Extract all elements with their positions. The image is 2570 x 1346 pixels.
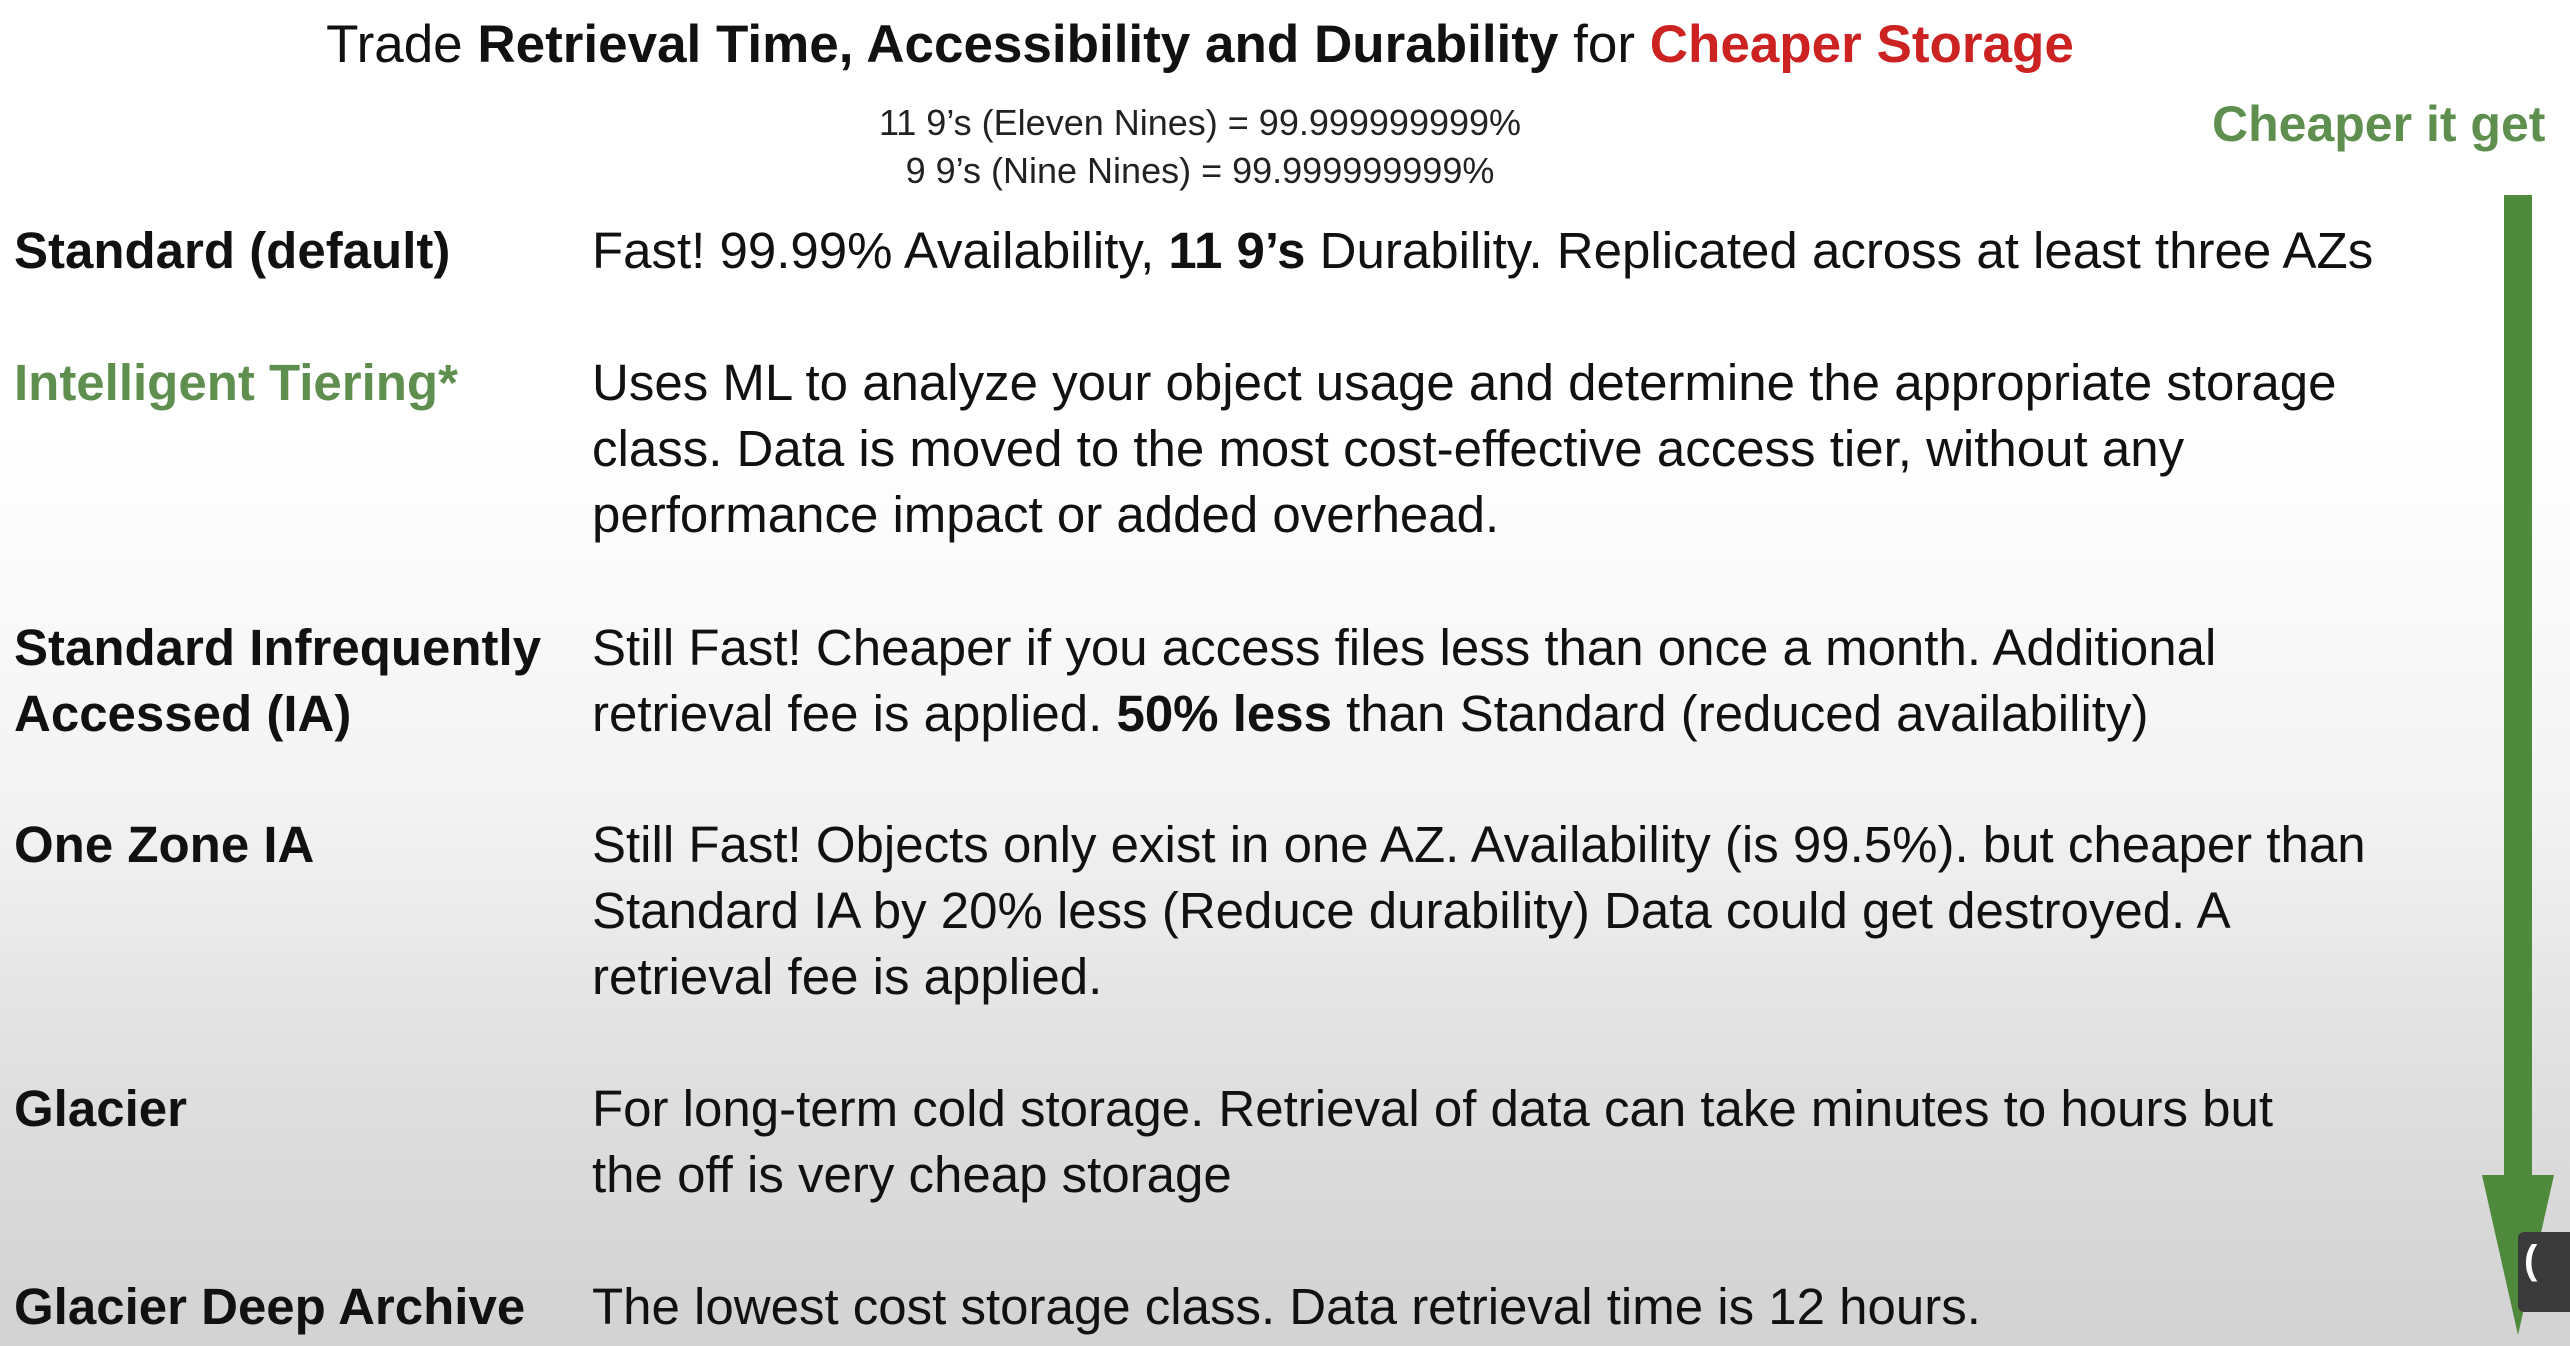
- desc-line: Still Fast! Objects only exist in one AZ…: [592, 816, 2366, 873]
- slide-title: Trade Retrieval Time, Accessibility and …: [0, 14, 2400, 75]
- desc-line: The lowest cost storage class. Data retr…: [592, 1278, 1981, 1335]
- desc-line: Standard IA by 20% less (Reduce durabili…: [592, 882, 2231, 939]
- class-name: Standard Infrequently Accessed (IA): [14, 615, 584, 747]
- eleven-nines-note: 11 9’s (Eleven Nines) = 99.999999999%: [878, 102, 1522, 143]
- title-highlight: Cheaper Storage: [1649, 15, 2074, 74]
- desc-line: performance impact or added overhead.: [592, 486, 1500, 543]
- class-description: Fast! 99.99% Availability, 11 9’s Durabi…: [592, 218, 2512, 284]
- title-bold: Retrieval Time, Accessibility and Durabi…: [477, 15, 1559, 74]
- nine-nines-note: 9 9’s (Nine Nines) = 99.999999999%: [905, 150, 1495, 191]
- desc-text: than Standard (reduced availability): [1331, 685, 2149, 742]
- desc-text: retrieval fee is applied.: [592, 685, 1117, 742]
- title-prefix: Trade: [326, 15, 478, 74]
- class-name-line: Accessed (IA): [14, 685, 352, 742]
- desc-bold: 11 9’s: [1168, 222, 1306, 279]
- desc-text: Fast! 99.99% Availability,: [592, 222, 1169, 279]
- desc-line: Uses ML to analyze your object usage and…: [592, 354, 2337, 411]
- desc-line: class. Data is moved to the most cost-ef…: [592, 420, 2185, 477]
- desc-line: Still Fast! Cheaper if you access files …: [592, 619, 2217, 676]
- class-name-line: Standard Infrequently: [14, 619, 542, 676]
- channel-logo-icon: (: [2524, 1238, 2538, 1282]
- desc-line: retrieval fee is applied.: [592, 948, 1103, 1005]
- class-name: Intelligent Tiering*: [14, 354, 458, 411]
- class-description: Still Fast! Objects only exist in one AZ…: [592, 812, 2512, 1010]
- class-description: Still Fast! Cheaper if you access files …: [592, 615, 2512, 747]
- class-description: Uses ML to analyze your object usage and…: [592, 350, 2512, 548]
- class-name: One Zone IA: [14, 816, 315, 873]
- desc-line: For long-term cold storage. Retrieval of…: [592, 1080, 2274, 1137]
- desc-line: the off is very cheap storage: [592, 1146, 1232, 1203]
- desc-bold: 50% less: [1116, 685, 1332, 742]
- class-description: The lowest cost storage class. Data retr…: [592, 1274, 2512, 1340]
- class-name: Glacier Deep Archive: [14, 1278, 526, 1335]
- subscribe-watermark-button[interactable]: (: [2518, 1232, 2570, 1312]
- class-name: Standard (default): [14, 222, 451, 279]
- class-name: Glacier: [14, 1080, 187, 1137]
- cheaper-label: Cheaper it get: [2212, 96, 2546, 152]
- desc-text: Durability. Replicated across at least t…: [1305, 222, 2374, 279]
- title-mid: for: [1558, 15, 1650, 74]
- class-description: For long-term cold storage. Retrieval of…: [592, 1076, 2512, 1208]
